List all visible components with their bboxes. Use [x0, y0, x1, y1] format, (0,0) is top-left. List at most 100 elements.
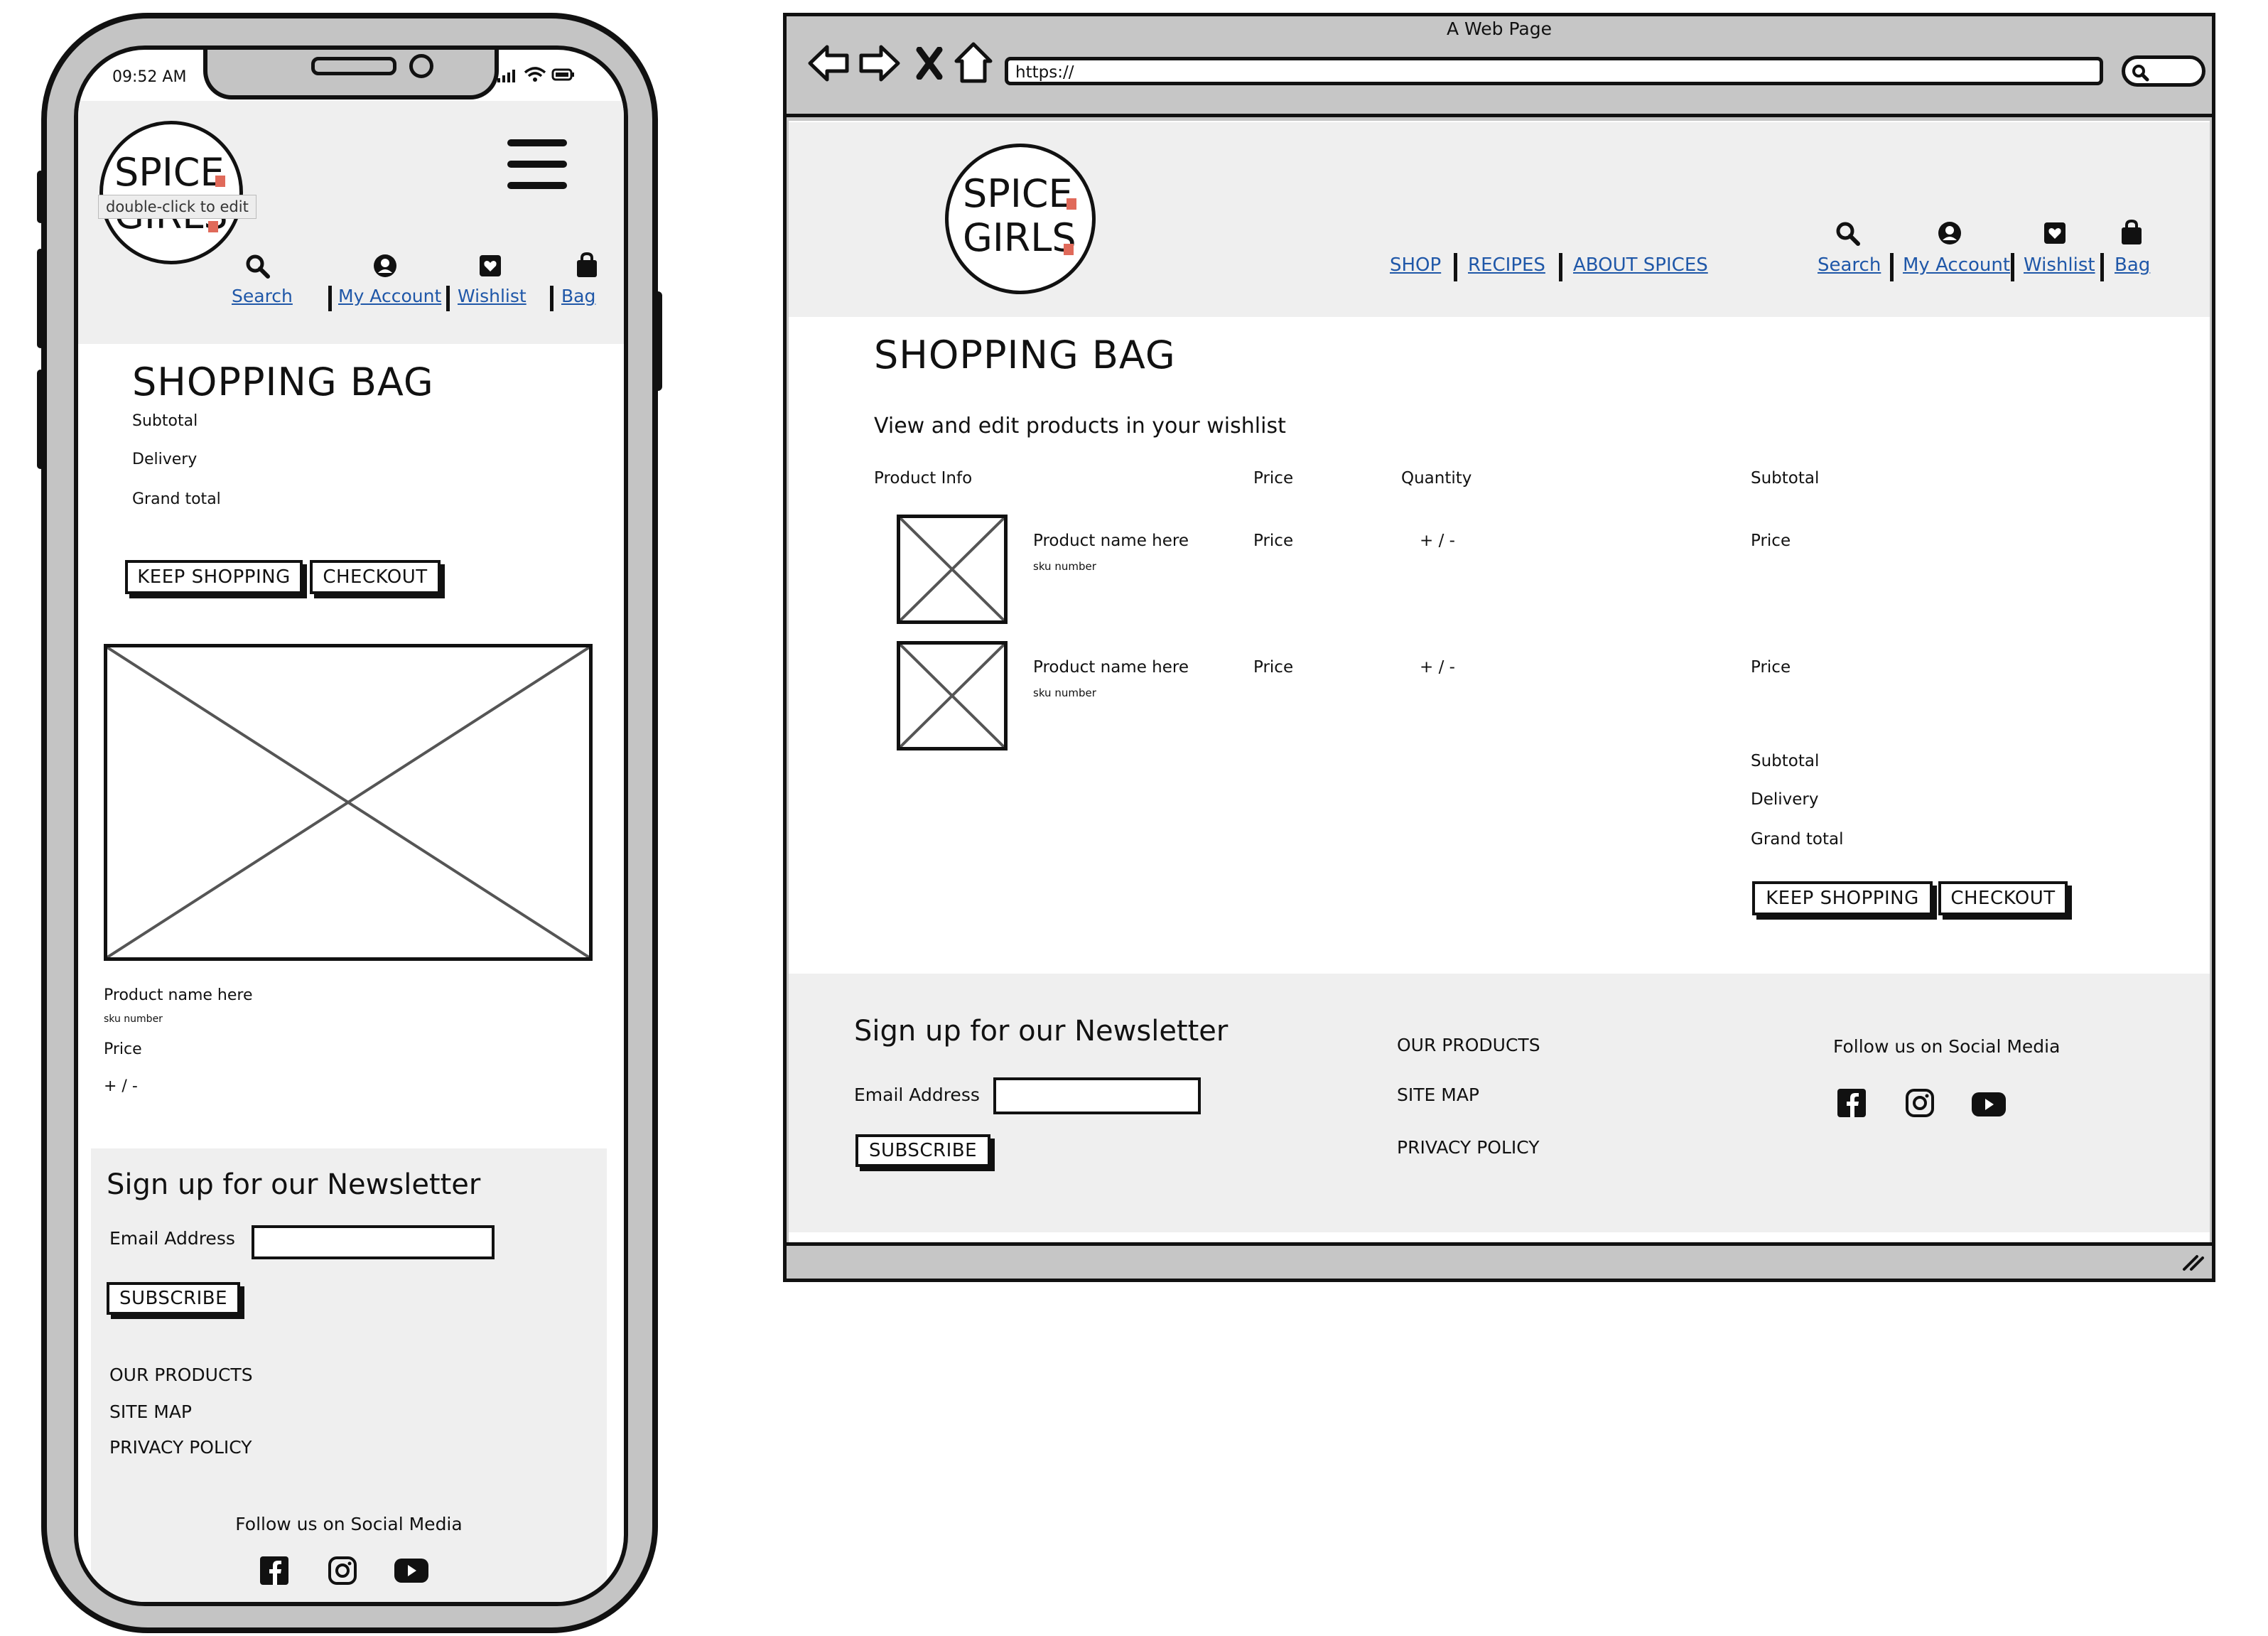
bag-icon[interactable]: [574, 252, 600, 279]
checkout-button[interactable]: CHECKOUT: [310, 560, 441, 594]
hamburger-menu-icon[interactable]: [507, 139, 567, 189]
quantity-stepper[interactable]: + / -: [1420, 658, 1455, 677]
logo[interactable]: SPICE GIRLS: [99, 121, 243, 264]
heart-icon[interactable]: [2042, 220, 2068, 246]
column-header-product-info: Product Info: [874, 469, 973, 488]
footer-link-our-products[interactable]: OUR PRODUCTS: [109, 1365, 253, 1385]
subscribe-button[interactable]: SUBSCRIBE: [855, 1134, 990, 1167]
nav-about-spices[interactable]: ABOUT SPICES: [1573, 254, 1708, 276]
user-icon[interactable]: [1937, 220, 1962, 246]
logo-chili-accent: [208, 221, 218, 232]
youtube-icon[interactable]: [1971, 1092, 2007, 1117]
row-subtotal: Price: [1751, 658, 1791, 677]
youtube-icon[interactable]: [394, 1558, 429, 1583]
nav-divider: [2011, 253, 2014, 281]
product-price: Price: [1253, 532, 1294, 550]
my-account-link[interactable]: My Account: [1903, 254, 2010, 276]
browser-search-field[interactable]: [2122, 55, 2205, 87]
nav-recipes[interactable]: RECIPES: [1468, 254, 1545, 276]
social-title: Follow us on Social Media: [1833, 1036, 2061, 1057]
speaker-grille: [311, 57, 396, 75]
newsletter-title: Sign up for our Newsletter: [107, 1168, 481, 1201]
column-header-subtotal: Subtotal: [1751, 469, 1820, 488]
logo-chili-accent: [215, 176, 225, 187]
facebook-icon[interactable]: [1836, 1087, 1867, 1119]
footer-link-our-products[interactable]: OUR PRODUCTS: [1397, 1035, 1540, 1055]
edit-tooltip: double-click to edit: [98, 195, 256, 219]
bag-link[interactable]: Bag: [2115, 254, 2150, 276]
quantity-stepper[interactable]: + / -: [1420, 532, 1455, 550]
search-link[interactable]: Search: [232, 286, 293, 306]
status-bar-divider: [783, 1242, 2215, 1246]
forward-arrow-icon[interactable]: [858, 44, 901, 82]
address-bar[interactable]: https://: [1005, 57, 2103, 85]
logo-chili-accent: [1066, 198, 1076, 210]
phone-power-button: [654, 291, 662, 391]
instagram-icon[interactable]: [1904, 1087, 1935, 1119]
wishlist-link[interactable]: Wishlist: [458, 286, 526, 306]
footer-link-privacy-policy[interactable]: PRIVACY POLICY: [1397, 1137, 1540, 1158]
footer-link-privacy-policy[interactable]: PRIVACY POLICY: [109, 1437, 252, 1458]
user-icon[interactable]: [372, 253, 398, 279]
heart-icon[interactable]: [477, 253, 503, 279]
product-sku: sku number: [1033, 687, 1096, 699]
email-label: Email Address: [109, 1228, 235, 1249]
nav-divider: [446, 286, 450, 311]
back-arrow-icon[interactable]: [807, 44, 850, 82]
search-icon[interactable]: [1835, 220, 1860, 246]
email-label: Email Address: [854, 1085, 980, 1105]
row-subtotal: Price: [1751, 532, 1791, 550]
facebook-icon[interactable]: [259, 1555, 290, 1586]
nav-divider: [1890, 253, 1894, 281]
phone-volume-down-button: [37, 370, 44, 469]
footer-link-site-map[interactable]: SITE MAP: [109, 1401, 192, 1422]
checkout-button[interactable]: CHECKOUT: [1938, 881, 2068, 915]
logo-line-2: GIRLS: [963, 215, 1076, 260]
bag-icon[interactable]: [2119, 219, 2144, 246]
signal-icon: [496, 67, 520, 84]
email-field[interactable]: [993, 1077, 1201, 1114]
email-field[interactable]: [252, 1225, 495, 1259]
wishlist-link[interactable]: Wishlist: [2024, 254, 2095, 276]
subscribe-button[interactable]: SUBSCRIBE: [107, 1282, 240, 1315]
product-thumbnail: [897, 515, 1008, 624]
phone-notch: [203, 50, 499, 99]
social-title: Follow us on Social Media: [235, 1514, 463, 1534]
column-header-price: Price: [1253, 469, 1294, 488]
resize-grip-icon[interactable]: [2181, 1252, 2205, 1272]
logo-chili-accent: [1064, 244, 1074, 255]
my-account-link[interactable]: My Account: [338, 286, 441, 306]
status-time: 09:52 AM: [112, 68, 187, 86]
search-link[interactable]: Search: [1818, 254, 1881, 276]
delivery-label: Delivery: [132, 451, 198, 468]
mobile-account-nav: Search My Account Wishlist Bag: [185, 252, 597, 311]
product-name: Product name here: [1033, 532, 1189, 550]
home-icon[interactable]: [954, 41, 993, 84]
phone-screen: 09:52 AM SPICE GIRLS double-click to edi…: [74, 45, 628, 1606]
search-icon[interactable]: [244, 253, 270, 279]
mobile-footer: Sign up for our Newsletter Email Address…: [91, 1148, 607, 1602]
keep-shopping-button[interactable]: KEEP SHOPPING: [1752, 881, 1933, 915]
nav-shop[interactable]: SHOP: [1390, 254, 1441, 276]
grand-total-label: Grand total: [1751, 830, 1844, 849]
window-title: A Web Page: [1446, 18, 1552, 39]
keep-shopping-button[interactable]: KEEP SHOPPING: [125, 560, 303, 594]
product-name: Product name here: [1033, 658, 1189, 677]
subtotal-label: Subtotal: [1751, 752, 1820, 770]
logo-line-1: SPICE: [963, 171, 1073, 216]
battery-icon: [551, 67, 576, 82]
phone-volume-up-button: [37, 249, 44, 348]
logo[interactable]: SPICE GIRLS: [945, 144, 1096, 294]
product-image: [104, 644, 593, 961]
product-price: Price: [104, 1040, 142, 1058]
bag-link[interactable]: Bag: [561, 286, 595, 306]
instagram-icon[interactable]: [327, 1555, 358, 1586]
column-header-quantity: Quantity: [1401, 469, 1472, 488]
quantity-stepper[interactable]: + / -: [104, 1077, 138, 1095]
product-sku: sku number: [104, 1013, 163, 1025]
product-sku: sku number: [1033, 560, 1096, 573]
search-icon: [2131, 63, 2149, 82]
footer-link-site-map[interactable]: SITE MAP: [1397, 1085, 1479, 1105]
stop-icon[interactable]: [915, 47, 944, 80]
page-title: SHOPPING BAG: [874, 333, 1176, 377]
